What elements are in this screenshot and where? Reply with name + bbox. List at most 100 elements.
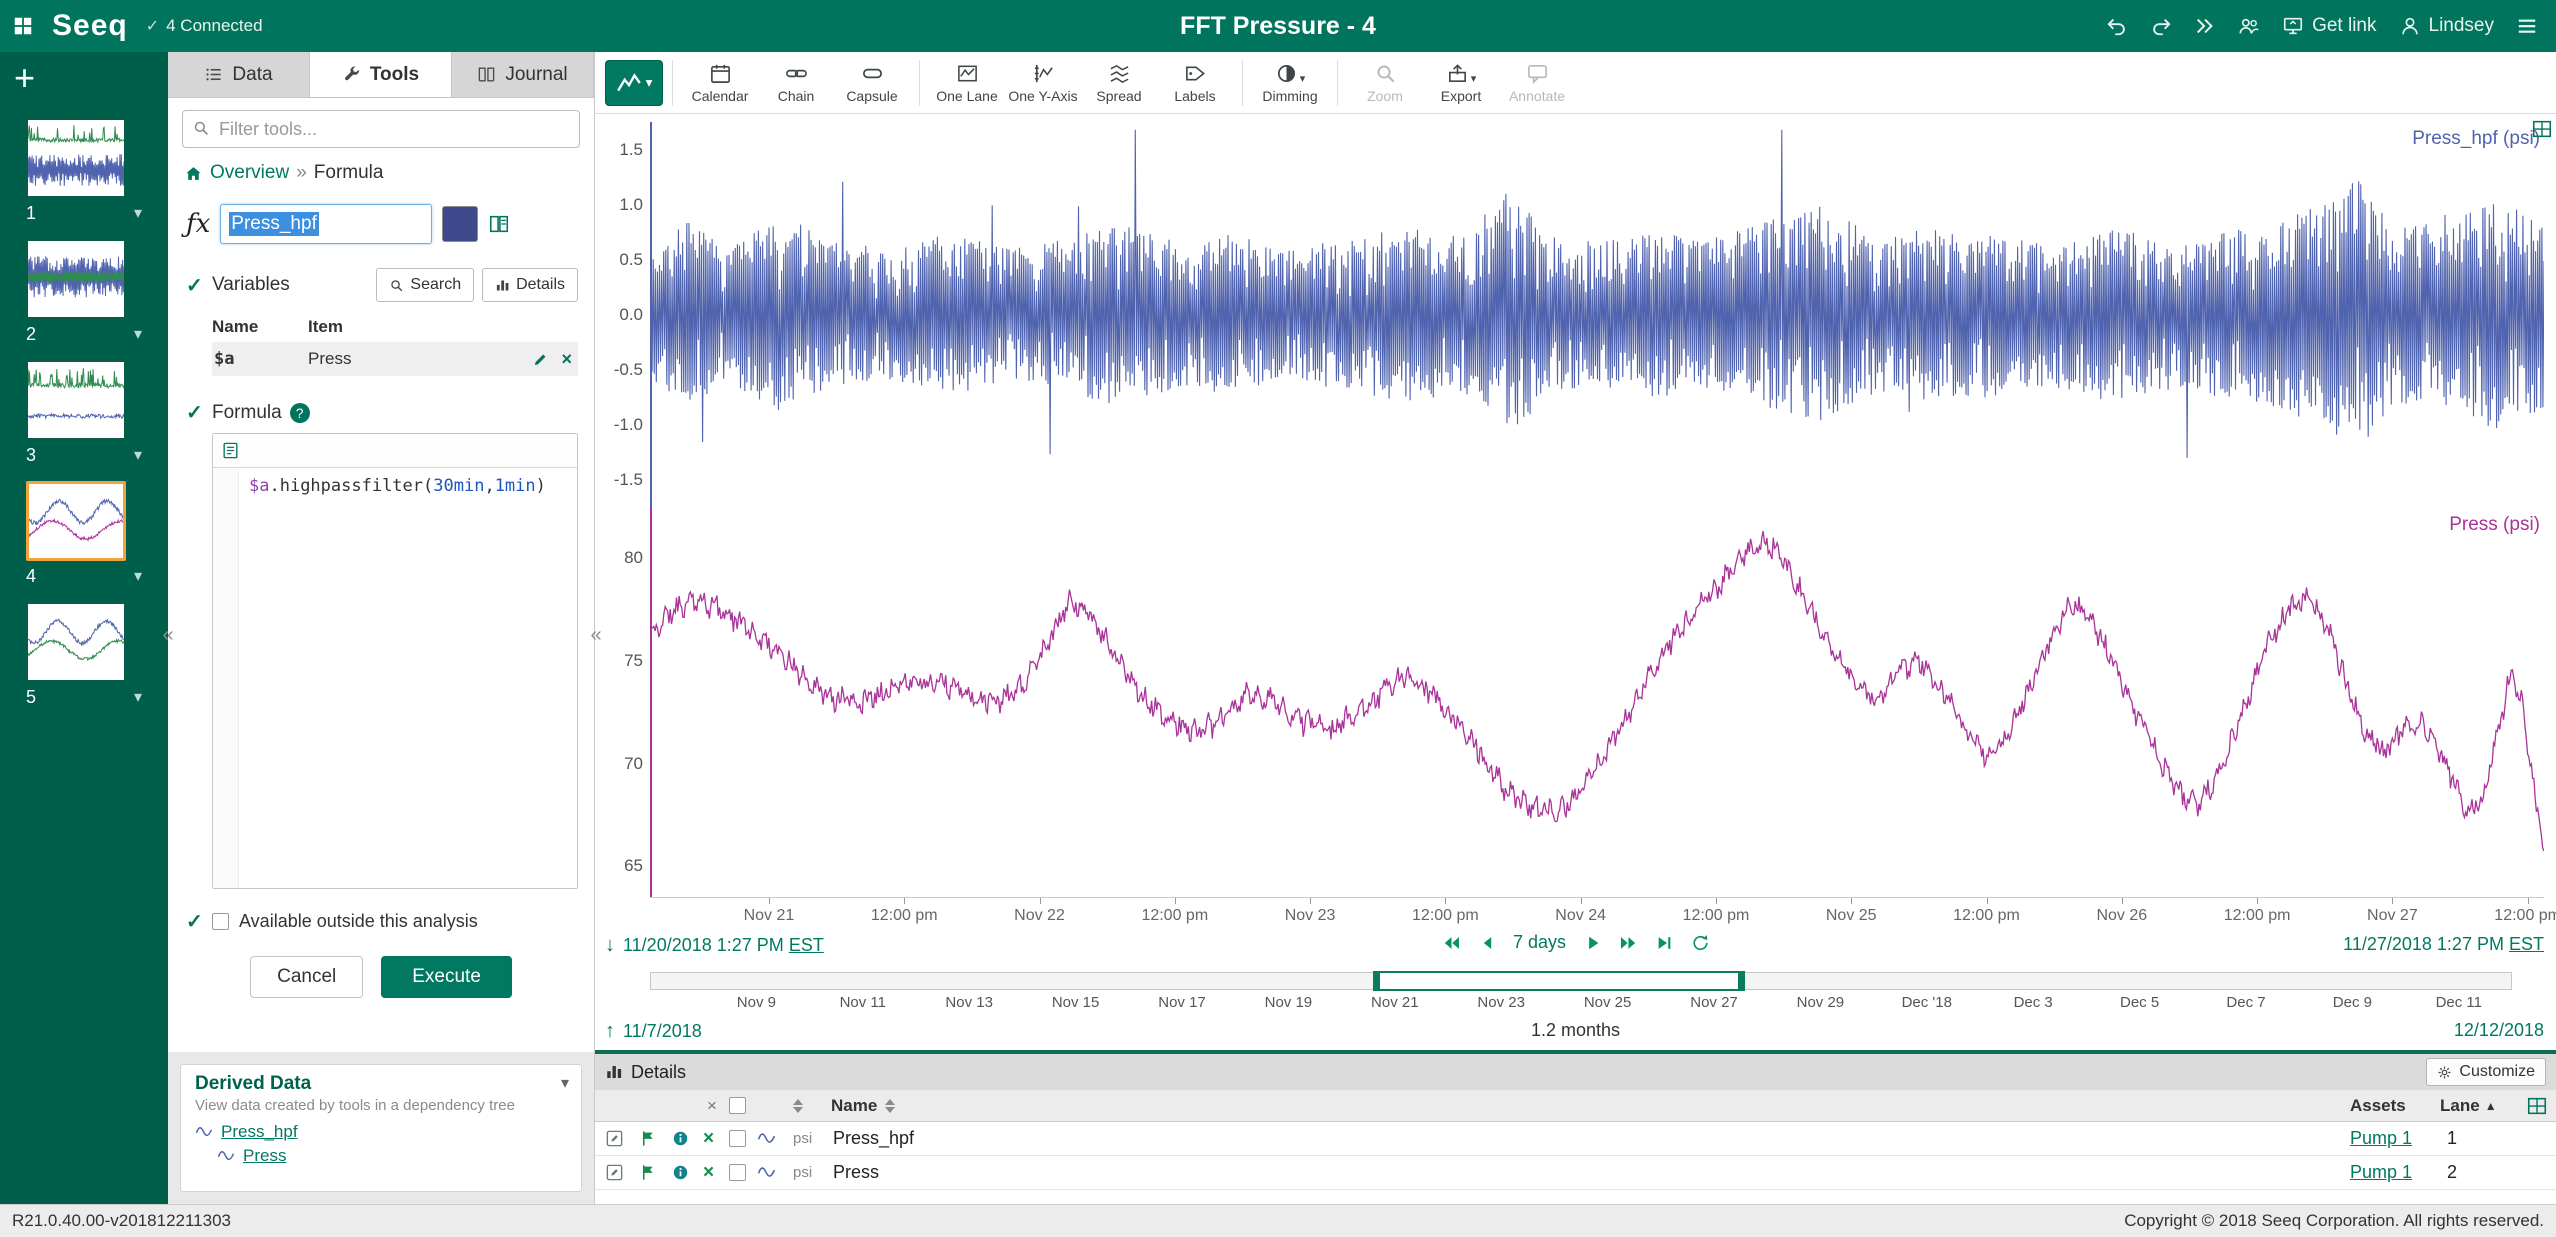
select-all-checkbox[interactable] [729,1097,746,1114]
press-hpf-series-label[interactable]: Press_hpf (psi) [2412,128,2540,150]
info-icon[interactable] [671,1156,690,1189]
range-duration[interactable]: 7 days [1513,932,1566,953]
filter-tools-input[interactable] [182,110,580,148]
range-end-timezone[interactable]: EST [2509,934,2544,954]
fast-forward-button[interactable] [1618,933,1638,953]
worksheet-item-4-selected[interactable]: 4▾ [0,477,168,588]
color-swatch-button[interactable] [442,206,478,242]
worksheet-thumbnail[interactable] [26,602,126,682]
toolbar-chain[interactable]: Chain [758,55,834,111]
column-settings-icon[interactable] [2526,1090,2548,1121]
range-start[interactable]: 11/20/2018 1:27 PM EST [623,935,824,956]
derived-item[interactable]: Press_hpf [195,1122,567,1142]
step-forward-button[interactable] [1582,933,1602,953]
item-name[interactable]: Press_hpf [833,1122,914,1155]
press-hpf-chart[interactable] [650,122,2544,507]
timeline-start-date[interactable]: 11/7/2018 [623,1021,702,1042]
asset-link[interactable]: Pump 1 [2350,1128,2412,1149]
remove-item-icon[interactable]: × [703,1122,714,1155]
home-icon[interactable] [184,164,203,183]
customize-button[interactable]: Customize [2426,1058,2546,1086]
toolbar-one-y-axis[interactable]: One Y-Axis [1005,55,1081,111]
timeline-end-date[interactable]: 12/12/2018 [2454,1020,2544,1040]
press-series-label[interactable]: Press (psi) [2449,514,2540,536]
row-checkbox[interactable] [729,1130,746,1147]
press-chart[interactable] [650,507,2544,897]
collaborators-button[interactable] [2238,15,2260,37]
worksheet-thumbnail[interactable] [26,481,126,561]
breadcrumb-overview[interactable]: Overview [210,162,289,184]
remove-item-icon[interactable]: × [703,1156,714,1189]
tab-data[interactable]: Data [168,52,310,97]
timeline-duration[interactable]: 1.2 months [1531,1020,1620,1041]
press-hpf-y-axis[interactable] [650,122,652,507]
variables-search-button[interactable]: Search [376,268,474,302]
toolbar-labels[interactable]: Labels [1157,55,1233,111]
derived-item-link[interactable]: Press [243,1146,286,1166]
tab-tools[interactable]: Tools [310,52,452,97]
main-menu-button[interactable] [2516,15,2538,37]
details-row-press-hpf[interactable]: × psi Press_hpf Pump 1 1 [595,1122,2556,1156]
derived-data-title[interactable]: Derived Data [195,1073,567,1095]
edit-variable-icon[interactable] [532,351,549,368]
chevron-down-icon[interactable]: ▾ [134,445,142,465]
item-properties-icon[interactable] [488,213,510,235]
apps-grid-button[interactable] [12,15,34,37]
get-link-button[interactable]: Get link [2282,15,2376,37]
connection-status[interactable]: ✓ 4 Connected [146,16,263,36]
info-icon[interactable] [671,1122,690,1155]
toolbar-capsule[interactable]: Capsule [834,55,910,111]
name-input[interactable]: Press_hpf [220,204,432,244]
fast-forward-button[interactable] [2194,15,2216,37]
toolbar-spread[interactable]: Spread [1081,55,1157,111]
skip-to-end-button[interactable] [1654,933,1674,953]
chevron-down-icon[interactable]: ▾ [134,324,142,344]
toolbar-one-lane[interactable]: One Lane [929,55,1005,111]
step-back-button[interactable] [1477,933,1497,953]
chevron-down-icon[interactable]: ▾ [561,1073,569,1093]
remove-all-icon[interactable]: × [707,1090,717,1121]
redo-button[interactable] [2150,15,2172,37]
worksheet-thumbnail[interactable] [26,239,126,319]
chevron-down-icon[interactable]: ▾ [134,687,142,707]
derived-item[interactable]: Press [217,1146,567,1166]
collapse-worksheets-handle[interactable]: « [160,615,176,655]
variables-details-button[interactable]: Details [482,268,578,302]
chart-options-icon[interactable] [2531,118,2553,140]
cancel-button[interactable]: Cancel [250,956,363,998]
worksheet-thumbnail[interactable] [26,118,126,198]
toolbar-dimming[interactable]: ▾Dimming [1252,55,1328,111]
user-menu-button[interactable]: Lindsey [2399,15,2495,37]
chevron-down-icon[interactable]: ▾ [134,566,142,586]
flag-icon[interactable] [639,1156,658,1189]
edit-item-icon[interactable] [605,1156,624,1189]
worksheet-thumbnail[interactable] [26,360,126,440]
details-col-name[interactable]: Name [831,1090,895,1121]
worksheet-item-3[interactable]: 3▾ [0,356,168,467]
details-col-assets[interactable]: Assets [2350,1090,2406,1121]
refresh-button[interactable] [1690,933,1710,953]
press-y-axis[interactable] [650,507,652,897]
worksheet-item-2[interactable]: 2▾ [0,235,168,346]
timeline-track[interactable] [650,972,2512,990]
range-end[interactable]: 11/27/2018 1:27 PM EST [2343,934,2544,954]
details-row-press[interactable]: × psi Press Pump 1 2 [595,1156,2556,1190]
sort-icon[interactable] [885,1099,895,1113]
insert-template-icon[interactable] [221,441,240,460]
seeq-logo[interactable]: Seeq [52,9,128,43]
edit-item-icon[interactable] [605,1122,624,1155]
available-checkbox[interactable] [212,913,229,930]
derived-item-link[interactable]: Press_hpf [221,1122,298,1142]
item-name[interactable]: Press [833,1156,879,1189]
worksheet-item-5[interactable]: 5▾ [0,598,168,709]
sort-icon[interactable] [793,1090,803,1121]
collapse-tools-handle[interactable]: « [588,615,604,655]
formula-editor-body[interactable]: $a.highpassfilter(30min,1min) [213,468,577,888]
row-checkbox[interactable] [729,1164,746,1181]
add-worksheet-button[interactable]: + [14,60,35,96]
formula-code[interactable]: $a.highpassfilter(30min,1min) [239,468,556,888]
range-start-timezone[interactable]: EST [789,935,824,955]
chevron-down-icon[interactable]: ▾ [134,203,142,223]
worksheet-item-1[interactable]: 1▾ [0,114,168,225]
toolbar-calendar[interactable]: Calendar [682,55,758,111]
